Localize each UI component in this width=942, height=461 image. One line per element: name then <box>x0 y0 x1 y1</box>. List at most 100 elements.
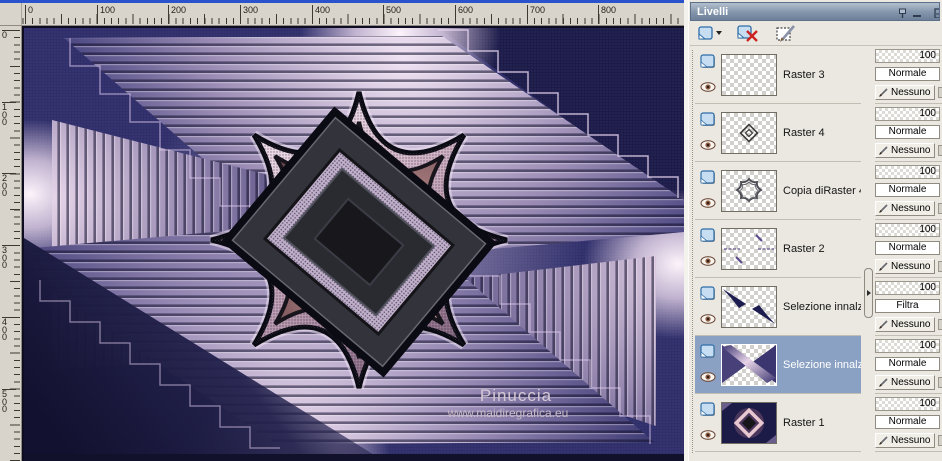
link-value: Nessuno <box>891 377 931 388</box>
visibility-eye-icon[interactable] <box>700 372 716 382</box>
visibility-eye-icon[interactable] <box>700 314 716 324</box>
link-set-button[interactable]: Nessuno <box>875 317 935 332</box>
blend-mode-select[interactable]: Normale <box>875 125 940 139</box>
layer-name: Raster 4 <box>783 127 825 139</box>
link-group-stub <box>938 87 942 98</box>
visibility-eye-icon[interactable] <box>700 198 716 208</box>
paintbrush-icon <box>879 378 888 387</box>
layer-row-copia-raster4[interactable]: Copia diRaster 4 <box>695 162 865 220</box>
ruler-ticks <box>22 18 684 24</box>
visibility-eye-icon[interactable] <box>700 82 716 92</box>
visibility-eye-icon[interactable] <box>700 430 716 440</box>
blend-mode-select[interactable]: Normale <box>875 415 940 429</box>
opacity-value: 100 <box>919 282 936 293</box>
opacity-slider[interactable]: 100 <box>875 223 940 237</box>
layer-thumbnail[interactable] <box>721 112 777 154</box>
visibility-eye-icon[interactable] <box>700 256 716 266</box>
ruler-label: 0 <box>2 30 8 40</box>
layer-page-icon[interactable] <box>699 169 717 185</box>
ruler-corner <box>0 3 22 26</box>
layer-name: Raster 1 <box>783 417 825 429</box>
layer-thumbnail[interactable] <box>721 228 777 270</box>
layer-controls: 100 Normale Nessuno <box>875 336 942 394</box>
layer-page-icon[interactable] <box>699 111 717 127</box>
panel-resize-gripper[interactable] <box>692 50 693 453</box>
panel-titlebar[interactable]: Livelli <box>690 2 940 21</box>
layer-page-icon[interactable] <box>699 401 717 417</box>
vertical-ruler[interactable]: 0 100 200 300 400 500 <box>0 26 22 461</box>
blend-mode-select[interactable]: Normale <box>875 357 940 371</box>
opacity-slider[interactable]: 100 <box>875 281 940 295</box>
link-group-stub <box>938 377 942 388</box>
layer-name: Raster 3 <box>783 69 825 81</box>
new-layer-icon[interactable] <box>694 23 726 44</box>
link-value: Nessuno <box>891 319 931 330</box>
panel-toolbar <box>690 21 942 46</box>
layer-thumbnail[interactable] <box>721 170 777 212</box>
close-icon[interactable] <box>934 7 939 18</box>
layer-page-icon[interactable] <box>699 343 717 359</box>
ruler-label: 200 <box>2 173 8 198</box>
link-value: Nessuno <box>891 261 931 272</box>
layer-row-selezione-innalzata[interactable]: Selezione innalzata <box>695 336 878 394</box>
blend-mode-select[interactable]: Normale <box>875 183 940 197</box>
blend-mode-select[interactable]: Filtra <box>875 299 940 313</box>
opacity-slider[interactable]: 100 <box>875 339 940 353</box>
layer-page-icon[interactable] <box>699 53 717 69</box>
link-set-button[interactable]: Nessuno <box>875 259 935 274</box>
edit-selection-icon[interactable] <box>770 23 802 44</box>
blend-mode-select[interactable]: Normale <box>875 67 940 81</box>
layer-page-icon[interactable] <box>699 285 717 301</box>
paintbrush-icon <box>879 146 888 155</box>
ruler-ticks <box>14 26 20 461</box>
link-set-button[interactable]: Nessuno <box>875 433 935 448</box>
paintbrush-icon <box>879 320 888 329</box>
watermark-url: www.maidiregrafica.eu <box>447 406 569 420</box>
blend-mode-select[interactable]: Normale <box>875 241 940 255</box>
layer-thumbnail[interactable] <box>721 402 777 444</box>
opacity-value: 100 <box>919 166 936 177</box>
delete-layer-icon[interactable] <box>732 23 764 44</box>
ruler-label: 200 <box>168 5 186 24</box>
layer-thumbnail[interactable] <box>721 54 777 96</box>
ruler-label: 500 <box>2 389 8 414</box>
layer-page-icon[interactable] <box>699 227 717 243</box>
opacity-slider[interactable]: 100 <box>875 397 940 411</box>
link-set-button[interactable]: Nessuno <box>875 85 935 100</box>
layer-row-raster3[interactable]: Raster 3 <box>695 46 861 104</box>
ruler-label: 400 <box>312 5 330 24</box>
panel-splitter-strip <box>861 46 875 461</box>
layer-row-raster4[interactable]: Raster 4 <box>695 104 861 162</box>
opacity-slider[interactable]: 100 <box>875 107 940 121</box>
minimize-icon[interactable] <box>913 15 921 17</box>
layer-controls: 100 Normale Nessuno <box>875 104 942 162</box>
link-set-button[interactable]: Nessuno <box>875 375 935 390</box>
opacity-value: 100 <box>919 50 936 61</box>
opacity-slider[interactable]: 100 <box>875 165 940 179</box>
layer-row-selezione-innalzata-1[interactable]: Selezione innalzata 1 <box>695 278 888 336</box>
ruler-label: 300 <box>240 5 258 24</box>
paintbrush-icon <box>879 436 888 445</box>
panel-collapse-handle[interactable] <box>864 268 873 318</box>
ruler-label: 0 <box>25 5 33 24</box>
layer-name: Raster 2 <box>783 243 825 255</box>
link-set-button[interactable]: Nessuno <box>875 143 935 158</box>
link-group-stub <box>938 319 942 330</box>
layer-row-raster2[interactable]: Raster 2 <box>695 220 861 278</box>
visibility-eye-icon[interactable] <box>700 140 716 150</box>
layer-row-raster1[interactable]: Raster 1 <box>695 394 861 452</box>
opacity-slider[interactable]: 100 <box>875 49 940 63</box>
layer-thumbnail[interactable] <box>721 286 777 328</box>
layer-name: Copia diRaster 4 <box>783 185 865 197</box>
canvas-image[interactable]: Pinuccia www.maidiregrafica.eu <box>0 0 773 461</box>
layer-controls: 100 Filtra Nessuno <box>875 278 942 336</box>
opacity-value: 100 <box>919 398 936 409</box>
paintbrush-icon <box>879 88 888 97</box>
link-set-button[interactable]: Nessuno <box>875 201 935 216</box>
link-value: Nessuno <box>891 203 931 214</box>
ruler-label: 500 <box>383 5 401 24</box>
horizontal-ruler[interactable]: 0 100 200 300 400 500 600 700 800 <box>22 3 684 26</box>
link-group-stub <box>938 145 942 156</box>
layer-thumbnail[interactable] <box>721 344 777 386</box>
layer-controls: 100 Normale Nessuno <box>875 394 942 452</box>
